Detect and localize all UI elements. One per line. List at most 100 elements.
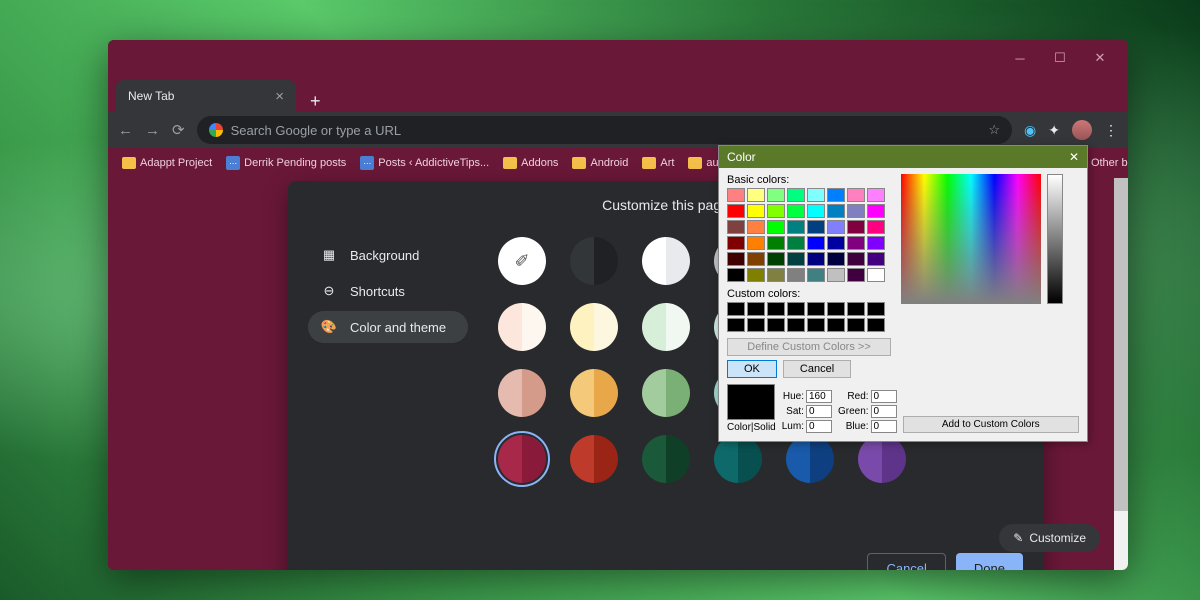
bookmark-item[interactable]: ⋯Derrik Pending posts [222, 156, 350, 170]
basic-color-cell[interactable] [747, 252, 765, 266]
customize-button[interactable]: ✎ Customize [999, 524, 1100, 552]
lum-input[interactable] [806, 420, 832, 433]
basic-color-cell[interactable] [827, 268, 845, 282]
basic-color-cell[interactable] [867, 188, 885, 202]
custom-color-cell[interactable] [727, 318, 745, 332]
reload-icon[interactable]: ⟳ [172, 121, 185, 139]
custom-color-cell[interactable] [787, 318, 805, 332]
basic-color-cell[interactable] [767, 204, 785, 218]
profile-avatar[interactable] [1072, 120, 1092, 140]
basic-color-cell[interactable] [767, 220, 785, 234]
forward-icon[interactable]: → [145, 122, 160, 139]
color-swatch[interactable] [570, 303, 618, 351]
basic-color-cell[interactable] [747, 236, 765, 250]
close-icon[interactable]: ✕ [1069, 150, 1079, 164]
color-swatch[interactable] [498, 369, 546, 417]
luminance-slider[interactable] [1047, 174, 1063, 304]
basic-color-cell[interactable] [847, 188, 865, 202]
custom-color-cell[interactable] [747, 302, 765, 316]
basic-color-cell[interactable] [727, 220, 745, 234]
basic-color-cell[interactable] [787, 268, 805, 282]
custom-color-cell[interactable] [807, 302, 825, 316]
eyedropper-swatch[interactable]: ✐ [498, 237, 546, 285]
color-swatch[interactable] [570, 435, 618, 483]
red-input[interactable] [871, 390, 897, 403]
star-icon[interactable]: ☆ [988, 122, 1000, 138]
basic-color-cell[interactable] [727, 236, 745, 250]
basic-color-cell[interactable] [807, 204, 825, 218]
custom-color-cell[interactable] [767, 302, 785, 316]
basic-color-cell[interactable] [807, 236, 825, 250]
color-swatch[interactable] [498, 303, 546, 351]
basic-color-cell[interactable] [867, 252, 885, 266]
custom-color-cell[interactable] [747, 318, 765, 332]
color-swatch[interactable] [642, 303, 690, 351]
basic-color-cell[interactable] [827, 204, 845, 218]
custom-color-cell[interactable] [867, 302, 885, 316]
sat-input[interactable] [806, 405, 832, 418]
basic-color-cell[interactable] [867, 204, 885, 218]
custom-color-cell[interactable] [867, 318, 885, 332]
basic-color-cell[interactable] [827, 220, 845, 234]
basic-color-cell[interactable] [847, 268, 865, 282]
basic-color-cell[interactable] [867, 220, 885, 234]
basic-color-cell[interactable] [787, 188, 805, 202]
color-swatch[interactable] [570, 237, 618, 285]
color-swatch[interactable] [642, 237, 690, 285]
color-swatch[interactable] [642, 369, 690, 417]
basic-color-cell[interactable] [767, 268, 785, 282]
basic-color-cell[interactable] [727, 188, 745, 202]
basic-color-cell[interactable] [867, 268, 885, 282]
basic-color-cell[interactable] [827, 188, 845, 202]
basic-color-cell[interactable] [787, 252, 805, 266]
sidebar-item-background[interactable]: ▦ Background [308, 239, 468, 271]
done-button[interactable]: Done [956, 553, 1023, 570]
custom-color-cell[interactable] [727, 302, 745, 316]
custom-color-cell[interactable] [807, 318, 825, 332]
color-swatch[interactable] [570, 369, 618, 417]
menu-icon[interactable]: ⋮ [1104, 122, 1118, 139]
basic-color-cell[interactable] [807, 252, 825, 266]
color-swatch[interactable]: ✓ [498, 435, 546, 483]
minimize-button[interactable]: ─ [1000, 44, 1040, 72]
tab-new-tab[interactable]: New Tab × [116, 80, 296, 112]
add-custom-button[interactable]: Add to Custom Colors [903, 416, 1079, 433]
bookmark-item[interactable]: Art [638, 157, 678, 169]
bookmark-item[interactable]: Adappt Project [118, 157, 216, 169]
basic-color-cell[interactable] [807, 188, 825, 202]
back-icon[interactable]: ← [118, 122, 133, 139]
basic-color-cell[interactable] [747, 268, 765, 282]
basic-color-cell[interactable] [727, 268, 745, 282]
basic-color-cell[interactable] [787, 236, 805, 250]
basic-color-cell[interactable] [847, 252, 865, 266]
omnibox[interactable]: Search Google or type a URL ☆ [197, 116, 1012, 144]
new-tab-button[interactable]: + [296, 91, 335, 112]
extensions-icon[interactable]: ✦ [1048, 122, 1060, 139]
custom-color-cell[interactable] [787, 302, 805, 316]
hue-input[interactable] [806, 390, 832, 403]
basic-color-cell[interactable] [867, 236, 885, 250]
define-custom-button[interactable]: Define Custom Colors >> [727, 338, 891, 356]
bookmark-item[interactable]: ⋯Posts ‹ AddictiveTips... [356, 156, 493, 170]
basic-color-cell[interactable] [767, 252, 785, 266]
basic-color-cell[interactable] [807, 220, 825, 234]
sidebar-item-shortcuts[interactable]: ⊖ Shortcuts [308, 275, 468, 307]
custom-color-cell[interactable] [827, 318, 845, 332]
basic-color-cell[interactable] [787, 204, 805, 218]
basic-color-cell[interactable] [827, 252, 845, 266]
basic-color-cell[interactable] [747, 204, 765, 218]
basic-color-cell[interactable] [787, 220, 805, 234]
sidebar-item-color[interactable]: 🎨 Color and theme [308, 311, 468, 343]
basic-color-cell[interactable] [807, 268, 825, 282]
basic-color-cell[interactable] [727, 204, 745, 218]
color-swatch[interactable] [786, 435, 834, 483]
color-swatch[interactable] [714, 435, 762, 483]
basic-color-cell[interactable] [747, 188, 765, 202]
extension-icon[interactable]: ◉ [1024, 122, 1036, 139]
custom-color-cell[interactable] [847, 302, 865, 316]
basic-color-cell[interactable] [747, 220, 765, 234]
scrollbar[interactable] [1114, 178, 1128, 570]
blue-input[interactable] [871, 420, 897, 433]
basic-color-cell[interactable] [727, 252, 745, 266]
basic-color-cell[interactable] [767, 188, 785, 202]
